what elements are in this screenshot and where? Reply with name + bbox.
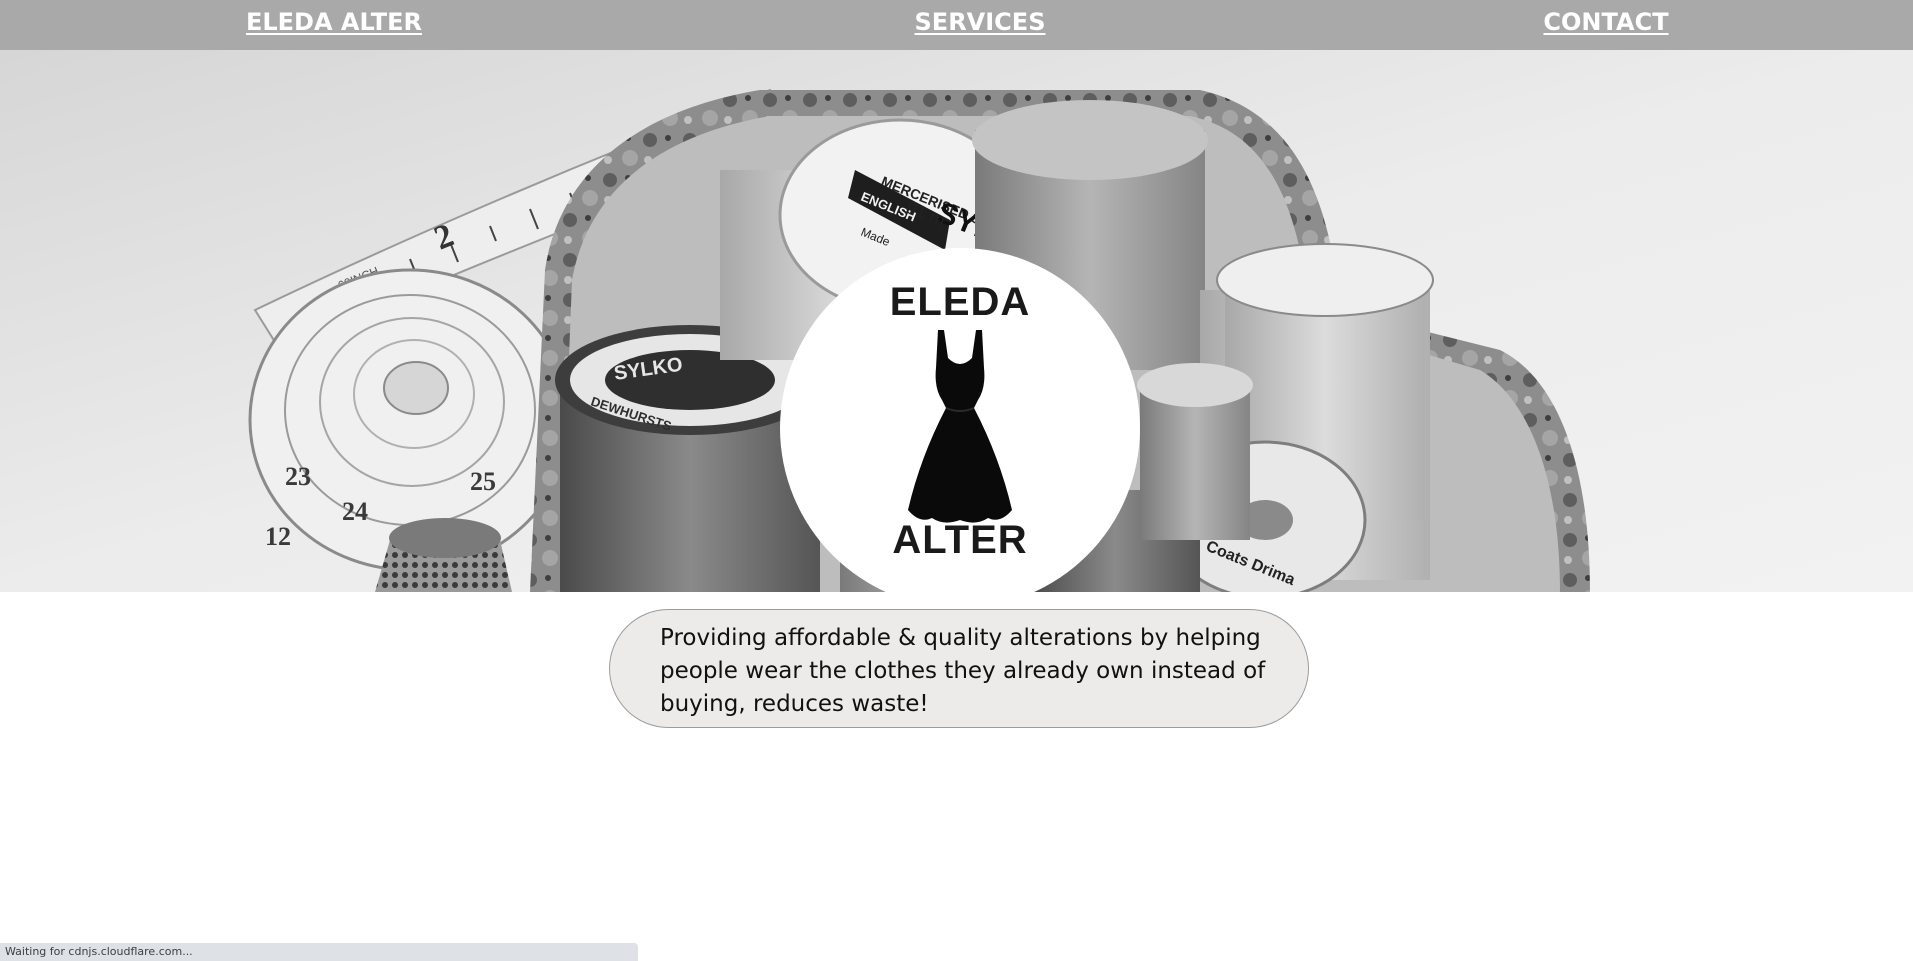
svg-text:12: 12 xyxy=(265,522,291,551)
browser-status-bar: Waiting for cdnjs.cloudflare.com... xyxy=(0,943,638,961)
logo-bottom-text: ALTER xyxy=(892,518,1028,562)
dress-icon xyxy=(908,330,1012,523)
top-nav-bar: ELEDA ALTER SERVICES CONTACT xyxy=(0,0,1913,50)
hero-banner: 2 1 60INCH 23 24 13 12 25 SYLKO DEWHURST… xyxy=(0,50,1913,592)
nav-link-home[interactable]: ELEDA ALTER xyxy=(246,8,422,36)
svg-text:25: 25 xyxy=(470,467,496,496)
svg-text:23: 23 xyxy=(285,462,311,491)
nav-link-services[interactable]: SERVICES xyxy=(915,8,1046,36)
svg-text:24: 24 xyxy=(342,497,368,526)
logo-badge: ELEDA ALTER xyxy=(780,248,1140,592)
nav-link-contact[interactable]: CONTACT xyxy=(1543,8,1668,36)
tagline-text: Providing affordable & quality alteratio… xyxy=(660,625,1266,717)
logo-top-text: ELEDA xyxy=(889,280,1031,324)
tagline-card: Providing affordable & quality alteratio… xyxy=(609,609,1309,728)
